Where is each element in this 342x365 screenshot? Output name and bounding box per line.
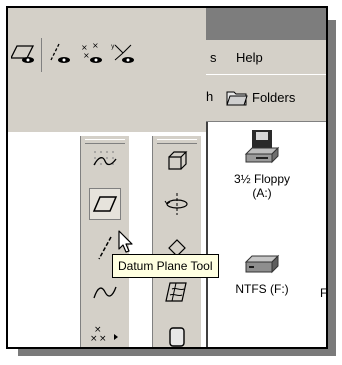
file-label-floppy-line1: 3½ Floppy xyxy=(233,172,291,186)
mouse-pointer-icon xyxy=(118,230,133,253)
boundary-blend-icon xyxy=(165,282,187,302)
toggle-datum-axes-button[interactable] xyxy=(46,40,74,68)
datum-curve-tool-icon xyxy=(93,286,117,299)
svg-text:×: × xyxy=(90,334,98,344)
revolve-tool-icon xyxy=(164,193,188,215)
folder-icon xyxy=(226,91,248,106)
file-label-ntfs: NTFS (F:) xyxy=(235,282,289,296)
toggle-datum-points-button[interactable]: × × × xyxy=(78,40,106,68)
explorer-file-pane: 3½ Floppy (A:) NTFS (F:) F xyxy=(206,122,326,347)
extrude-tool-icon xyxy=(168,151,188,170)
sketch-tool-icon xyxy=(93,151,117,166)
folders-button[interactable]: Folders xyxy=(226,85,295,109)
explorer-titlebar xyxy=(206,8,326,40)
menu-help[interactable]: Help xyxy=(236,50,263,65)
file-item-partial: F xyxy=(320,286,328,300)
hard-drive-icon xyxy=(244,254,280,274)
svg-text:×: × xyxy=(83,51,90,60)
datum-plane-tool-icon xyxy=(92,196,118,212)
file-item-floppy[interactable]: 3½ Floppy (A:) xyxy=(222,128,302,200)
toolbar-separator xyxy=(41,38,42,72)
toggle-datum-planes-button[interactable] xyxy=(10,40,38,68)
proe-window: × × × y xyxy=(8,8,206,132)
coordinate-system-display-icon: y xyxy=(111,43,134,63)
explorer-menubar: s Help xyxy=(206,40,326,74)
floppy-drive-icon xyxy=(244,130,280,164)
datum-display-toolbar: × × × y xyxy=(8,34,206,79)
boundary-blend-button[interactable] xyxy=(161,276,193,308)
menu-item-partial[interactable]: s xyxy=(210,50,217,65)
svg-text:×: × xyxy=(92,42,99,50)
revolve-tool-button[interactable] xyxy=(161,188,193,220)
datum-axis-display-icon xyxy=(50,43,70,63)
proe-titlebar xyxy=(8,8,206,35)
svg-text:×: × xyxy=(99,334,107,344)
proe-toolbar-area xyxy=(8,78,206,132)
shell-tool-button[interactable] xyxy=(161,320,193,347)
datum-point-display-icon: × × × xyxy=(81,42,102,63)
svg-text:y: y xyxy=(111,43,115,50)
file-item-ntfs[interactable]: NTFS (F:) xyxy=(222,252,302,296)
sketch-tool-button[interactable] xyxy=(89,144,121,176)
file-label-floppy-line2: (A:) xyxy=(252,186,272,200)
explorer-window: s Help h Folders 3½ Floppy (A:) NTFS (F:… xyxy=(206,8,326,347)
toggle-coordinate-systems-button[interactable]: y xyxy=(110,40,138,68)
datum-plane-tool-button[interactable] xyxy=(89,188,121,220)
datum-point-tool-button[interactable]: × × × xyxy=(89,320,121,347)
datum-curve-tool-button[interactable] xyxy=(89,276,121,308)
datum-plane-display-icon xyxy=(11,45,35,63)
tooltip: Datum Plane Tool xyxy=(112,254,219,278)
folders-label: Folders xyxy=(252,89,296,105)
explorer-toolbar: h Folders xyxy=(206,74,326,122)
screenshot-frame: s Help h Folders 3½ Floppy (A:) NTFS (F:… xyxy=(6,6,328,349)
shell-tool-icon xyxy=(169,327,185,347)
extrude-tool-button[interactable] xyxy=(161,144,193,176)
datum-point-tool-icon: × × × xyxy=(90,325,118,344)
feature-tools-toolbar xyxy=(152,136,201,347)
search-button-partial[interactable]: h xyxy=(206,89,213,104)
